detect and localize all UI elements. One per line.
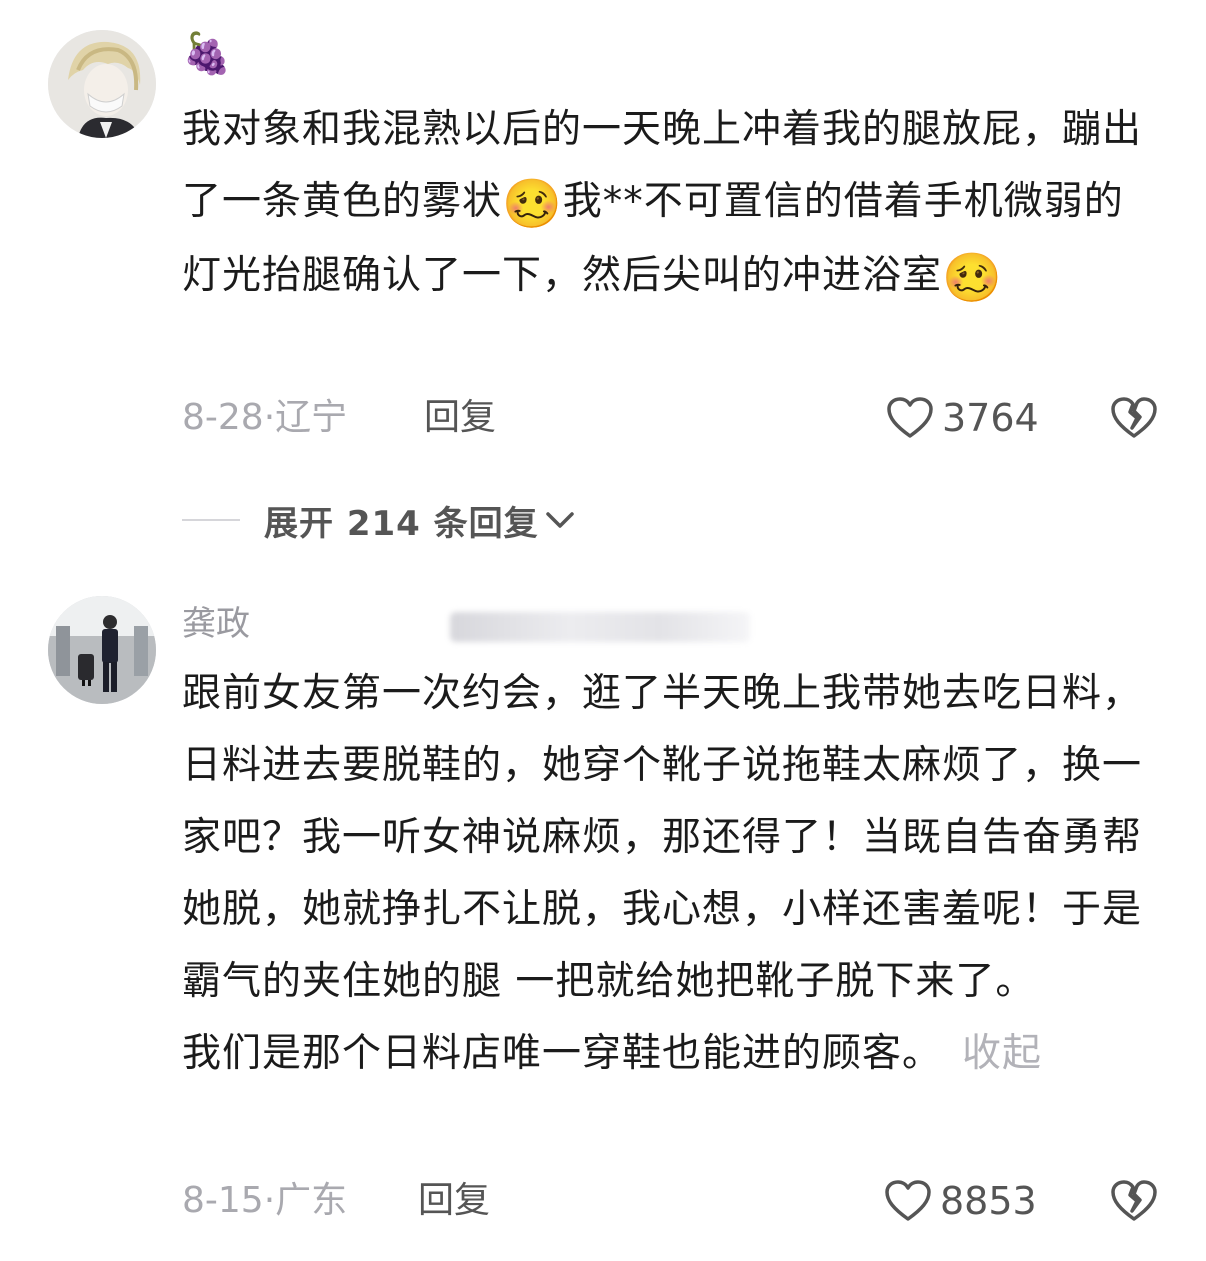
username[interactable]: 龚政 <box>182 604 250 644</box>
like-button[interactable]: 3764 <box>886 392 1039 444</box>
avatar[interactable] <box>48 596 156 704</box>
avatar-image <box>48 596 156 704</box>
like-count: 3764 <box>942 396 1039 440</box>
expand-replies[interactable]: 展开 214 条回复 <box>182 492 577 548</box>
redacted-info <box>450 612 750 642</box>
collapse-button[interactable]: 收起 <box>962 1031 1042 1076</box>
time-location: 8-28·辽宁 <box>182 397 348 438</box>
comment-text-main: 跟前女友第一次约会，逛了半天晚上我带她去吃日料，日料进去要脱鞋的，她穿个靴子说拖… <box>182 671 1143 1004</box>
reply-button[interactable]: 回复 <box>424 392 496 444</box>
time-location: 8-15·广东 <box>182 1180 348 1221</box>
avatar-image <box>48 30 156 138</box>
broken-heart-icon[interactable] <box>1110 394 1158 442</box>
comment-text: 跟前女友第一次约会，逛了半天晚上我带她去吃日料，日料进去要脱鞋的，她穿个靴子说拖… <box>182 658 1162 1090</box>
comment-text-last: 我们是那个日料店唯一穿鞋也能进的顾客。 <box>182 1031 943 1076</box>
divider-line <box>182 519 240 521</box>
avatar[interactable] <box>48 30 156 138</box>
badge-emoji: 🍇 <box>182 31 232 77</box>
reply-button[interactable]: 回复 <box>418 1175 490 1227</box>
broken-heart-icon[interactable] <box>1110 1177 1158 1225</box>
woozy-face-emoji: 🥴 <box>502 176 563 232</box>
comment-text: 我对象和我混熟以后的一天晚上冲着我的腿放屁，蹦出了一条黄色的雾状🥴我**不可置信… <box>182 94 1162 314</box>
expand-replies-label: 展开 214 条回复 <box>264 503 539 544</box>
like-button[interactable]: 8853 <box>884 1175 1037 1227</box>
like-count: 8853 <box>940 1179 1037 1223</box>
woozy-face-emoji: 🥴 <box>942 250 1003 306</box>
comment-meta: 8-28·辽宁 回复 3764 <box>182 392 1158 444</box>
comment-meta: 8-15·广东 回复 8853 <box>182 1175 1158 1227</box>
heart-outline-icon <box>885 1180 931 1221</box>
chevron-down-icon <box>545 512 574 528</box>
heart-outline-icon <box>887 397 933 438</box>
